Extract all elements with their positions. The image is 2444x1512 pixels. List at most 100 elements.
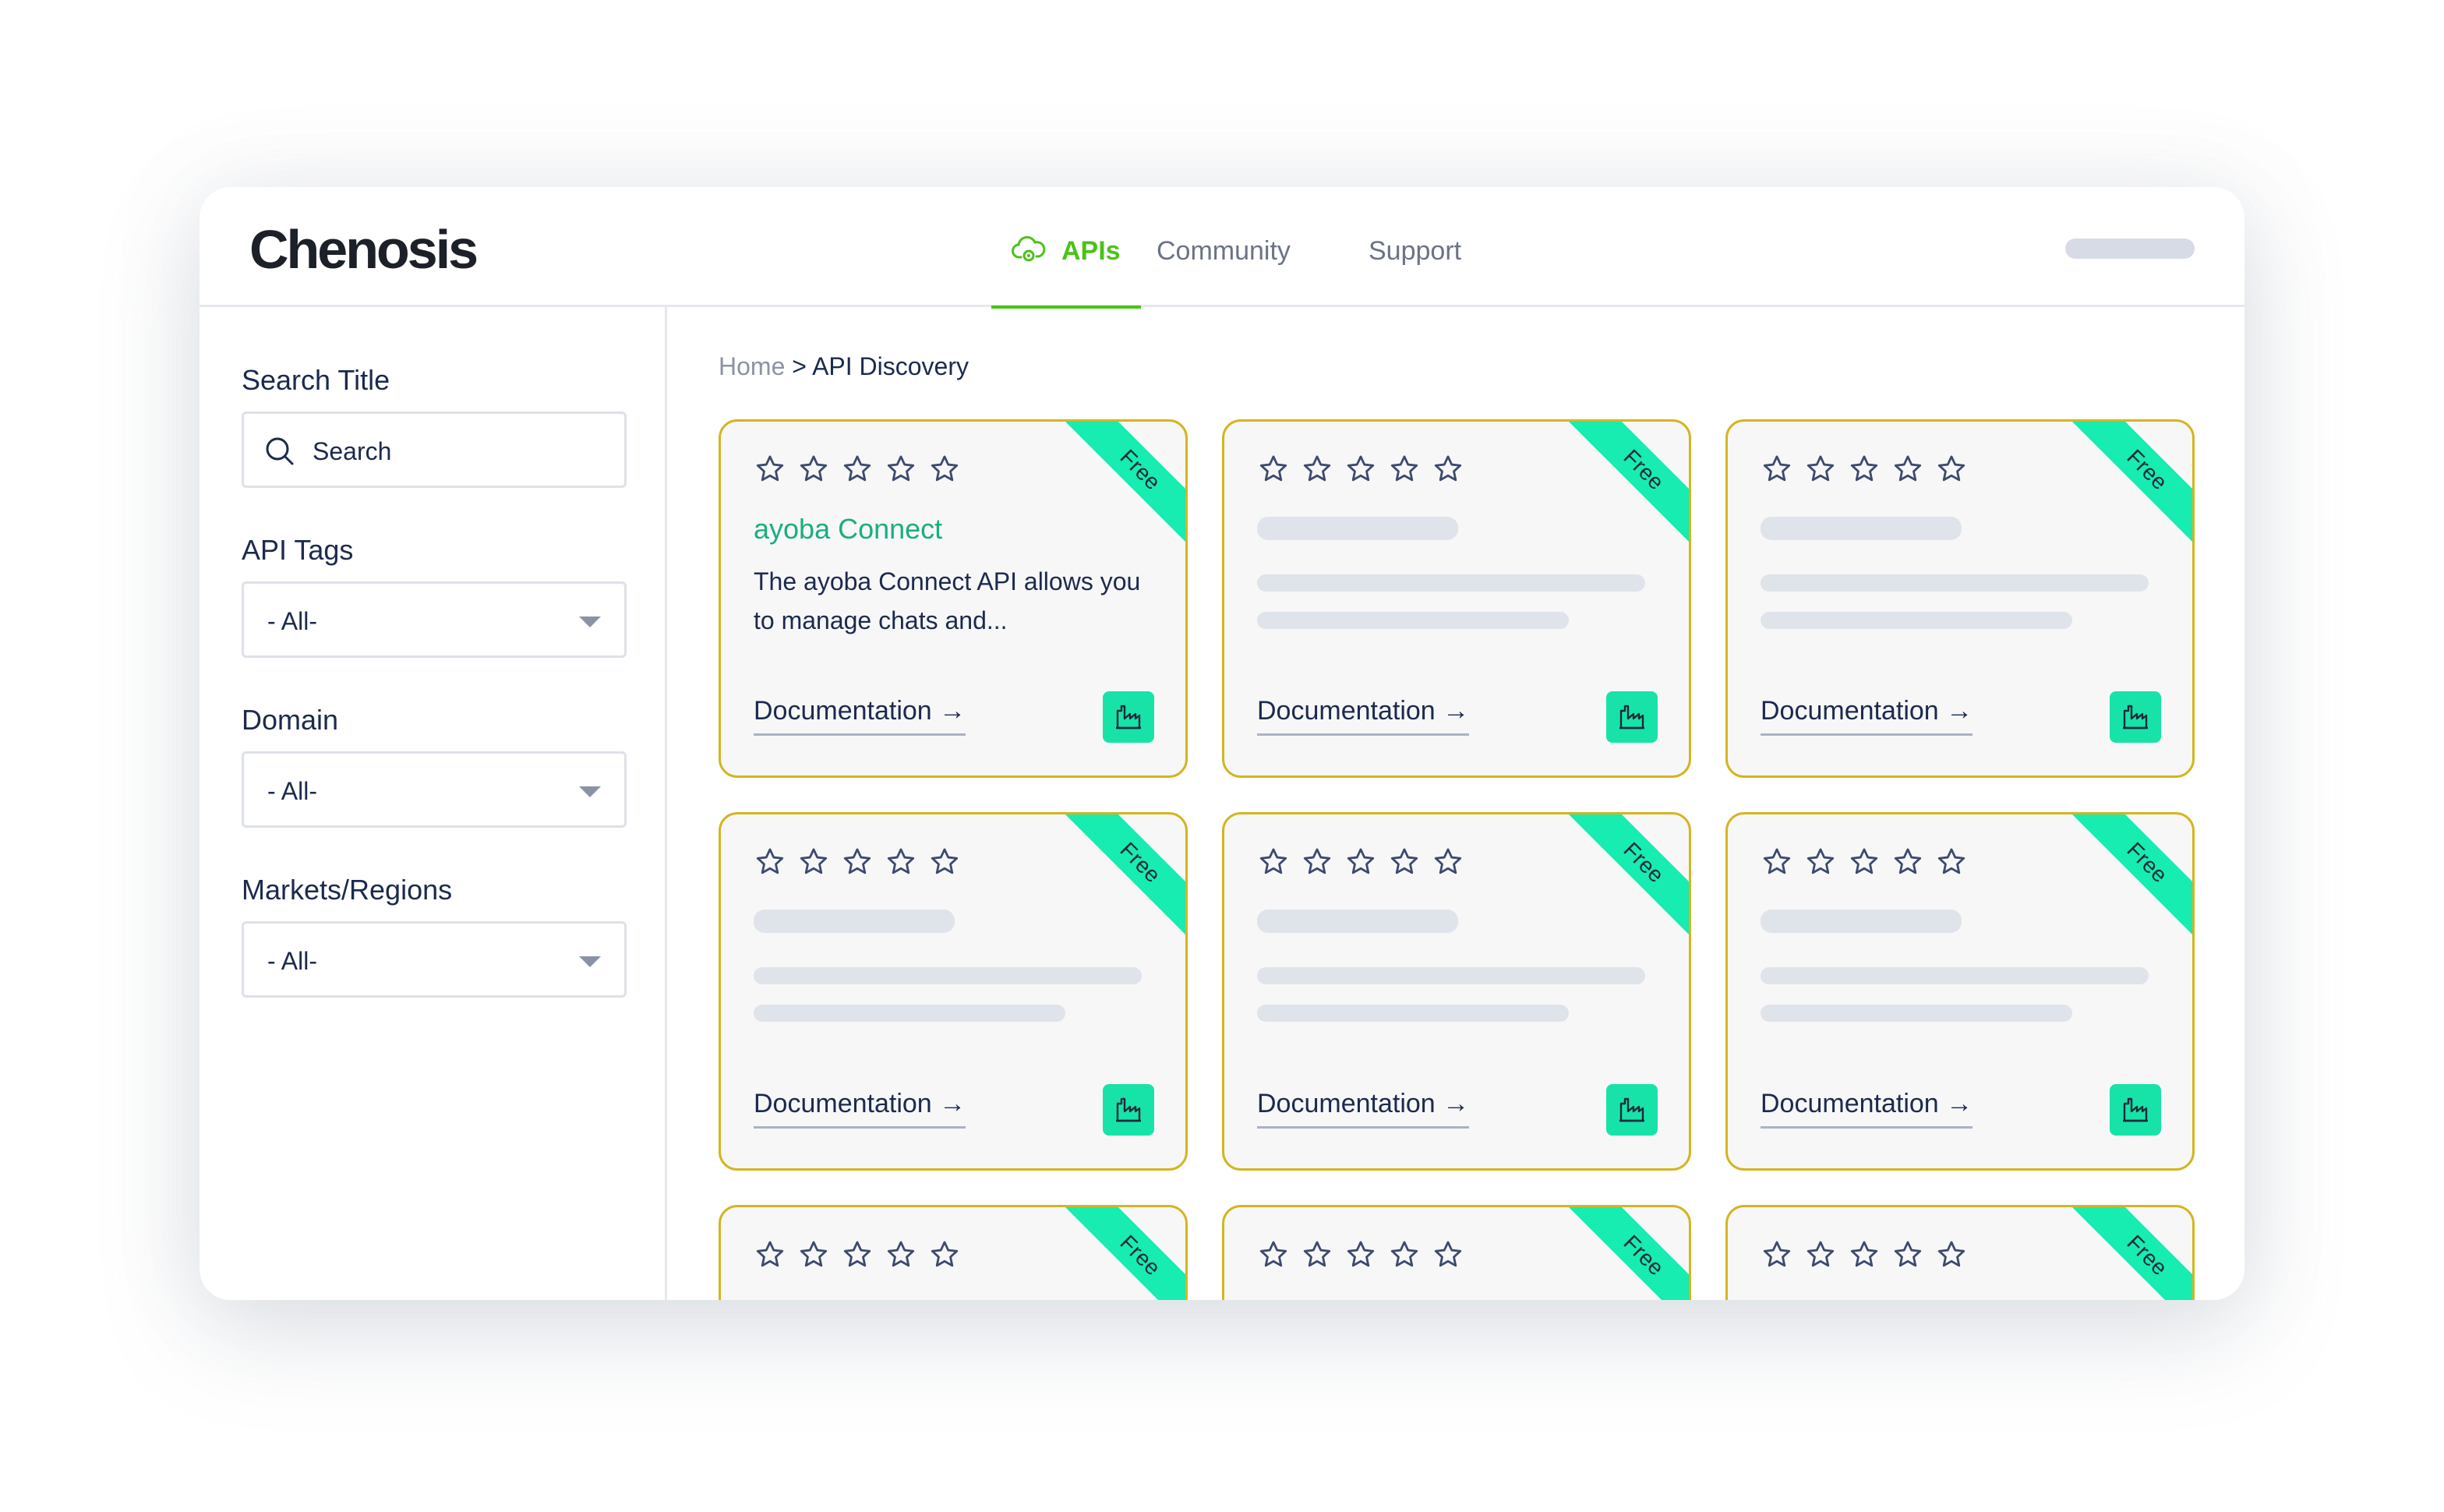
domain-select[interactable]: - All- bbox=[242, 751, 627, 828]
star-icon[interactable] bbox=[841, 453, 874, 486]
factory-icon bbox=[1116, 1097, 1141, 1122]
star-icon[interactable] bbox=[885, 846, 917, 878]
markets-regions-select[interactable]: - All- bbox=[242, 921, 627, 998]
star-icon[interactable] bbox=[1848, 846, 1881, 878]
star-icon[interactable] bbox=[1935, 1238, 1968, 1271]
search-placeholder: Search bbox=[313, 437, 392, 465]
free-badge: Free bbox=[1061, 1207, 1185, 1300]
star-icon[interactable] bbox=[1432, 453, 1464, 486]
star-rating[interactable] bbox=[1761, 846, 1968, 878]
skeleton-line bbox=[1257, 612, 1569, 629]
star-icon[interactable] bbox=[1432, 1238, 1464, 1271]
star-icon[interactable] bbox=[841, 846, 874, 878]
star-icon[interactable] bbox=[1804, 1238, 1837, 1271]
star-icon[interactable] bbox=[841, 1238, 874, 1271]
star-icon[interactable] bbox=[1848, 453, 1881, 486]
nav-community[interactable]: Community bbox=[1157, 234, 1291, 268]
star-icon[interactable] bbox=[1432, 846, 1464, 878]
star-rating[interactable] bbox=[1257, 1238, 1464, 1271]
star-icon[interactable] bbox=[1804, 846, 1837, 878]
star-icon[interactable] bbox=[1344, 846, 1377, 878]
factory-button[interactable] bbox=[1606, 691, 1658, 743]
brand-logo[interactable]: Chenosis bbox=[249, 221, 479, 277]
star-rating[interactable] bbox=[754, 453, 961, 486]
factory-button[interactable] bbox=[1103, 1084, 1154, 1136]
nav-active-underline bbox=[991, 306, 1141, 309]
star-icon[interactable] bbox=[754, 846, 786, 878]
star-rating[interactable] bbox=[1257, 453, 1464, 486]
star-icon[interactable] bbox=[1891, 846, 1924, 878]
markets-regions-value: - All- bbox=[267, 947, 317, 975]
star-icon[interactable] bbox=[928, 846, 961, 878]
api-tags-select[interactable]: - All- bbox=[242, 581, 627, 658]
chevron-down-icon bbox=[579, 956, 601, 967]
star-icon[interactable] bbox=[1257, 453, 1290, 486]
documentation-link[interactable]: Documentation → bbox=[754, 1087, 966, 1129]
star-icon[interactable] bbox=[1257, 846, 1290, 878]
star-icon[interactable] bbox=[885, 453, 917, 486]
chevron-down-icon bbox=[579, 616, 601, 627]
factory-button[interactable] bbox=[2110, 691, 2161, 743]
api-card[interactable]: Free Documentation → bbox=[1222, 812, 1691, 1171]
factory-button[interactable] bbox=[1606, 1084, 1658, 1136]
api-card[interactable]: Free bbox=[1725, 1205, 2195, 1300]
star-icon[interactable] bbox=[1804, 453, 1837, 486]
skeleton-title bbox=[1257, 910, 1458, 933]
star-icon[interactable] bbox=[1344, 453, 1377, 486]
star-icon[interactable] bbox=[1891, 1238, 1924, 1271]
nav-support[interactable]: Support bbox=[1369, 234, 1461, 268]
breadcrumb-current: API Discovery bbox=[812, 352, 969, 380]
breadcrumb-home[interactable]: Home bbox=[719, 352, 785, 380]
star-icon[interactable] bbox=[1935, 846, 1968, 878]
factory-icon bbox=[2123, 1097, 2148, 1122]
documentation-link[interactable]: Documentation → bbox=[1257, 694, 1470, 736]
api-card-title[interactable]: ayoba Connect bbox=[754, 510, 942, 548]
documentation-link[interactable]: Documentation → bbox=[1761, 1087, 1973, 1129]
api-card[interactable]: Free bbox=[719, 1205, 1188, 1300]
star-icon[interactable] bbox=[1344, 1238, 1377, 1271]
star-icon[interactable] bbox=[797, 453, 830, 486]
star-icon[interactable] bbox=[885, 1238, 917, 1271]
api-card[interactable]: Free Documentation → bbox=[719, 812, 1188, 1171]
star-icon[interactable] bbox=[1761, 846, 1793, 878]
star-icon[interactable] bbox=[754, 1238, 786, 1271]
star-icon[interactable] bbox=[928, 453, 961, 486]
documentation-link[interactable]: Documentation → bbox=[1761, 694, 1973, 736]
documentation-link[interactable]: Documentation → bbox=[754, 694, 966, 736]
factory-icon bbox=[1116, 705, 1141, 730]
star-icon[interactable] bbox=[1257, 1238, 1290, 1271]
factory-button[interactable] bbox=[2110, 1084, 2161, 1136]
star-icon[interactable] bbox=[1848, 1238, 1881, 1271]
api-card[interactable]: Free Documentation → bbox=[1725, 419, 2195, 778]
star-icon[interactable] bbox=[928, 1238, 961, 1271]
star-rating[interactable] bbox=[1761, 453, 1968, 486]
api-card[interactable]: Free bbox=[1222, 1205, 1691, 1300]
star-icon[interactable] bbox=[797, 1238, 830, 1271]
star-icon[interactable] bbox=[1301, 846, 1333, 878]
star-icon[interactable] bbox=[1891, 453, 1924, 486]
nav-apis[interactable]: APIs bbox=[991, 187, 1141, 309]
api-card[interactable]: Free Documentation → bbox=[1725, 812, 2195, 1171]
api-card[interactable]: Free ayoba Connect The ayoba Connect API a… bbox=[719, 419, 1188, 778]
factory-button[interactable] bbox=[1103, 691, 1154, 743]
star-rating[interactable] bbox=[754, 1238, 961, 1271]
star-icon[interactable] bbox=[1935, 453, 1968, 486]
star-icon[interactable] bbox=[1761, 1238, 1793, 1271]
star-rating[interactable] bbox=[754, 846, 961, 878]
api-card[interactable]: Free Documentation → bbox=[1222, 419, 1691, 778]
star-icon[interactable] bbox=[1388, 453, 1421, 486]
star-icon[interactable] bbox=[1388, 1238, 1421, 1271]
star-icon[interactable] bbox=[1301, 1238, 1333, 1271]
search-input[interactable]: Search bbox=[242, 412, 627, 488]
star-rating[interactable] bbox=[1761, 1238, 1968, 1271]
star-icon[interactable] bbox=[754, 453, 786, 486]
star-icon[interactable] bbox=[797, 846, 830, 878]
star-rating[interactable] bbox=[1257, 846, 1464, 878]
documentation-link[interactable]: Documentation → bbox=[1257, 1087, 1470, 1129]
star-icon[interactable] bbox=[1388, 846, 1421, 878]
factory-icon bbox=[1619, 705, 1644, 730]
star-icon[interactable] bbox=[1301, 453, 1333, 486]
star-icon[interactable] bbox=[1761, 453, 1793, 486]
user-menu-placeholder[interactable] bbox=[2065, 238, 2195, 259]
skeleton-title bbox=[1761, 517, 1962, 540]
